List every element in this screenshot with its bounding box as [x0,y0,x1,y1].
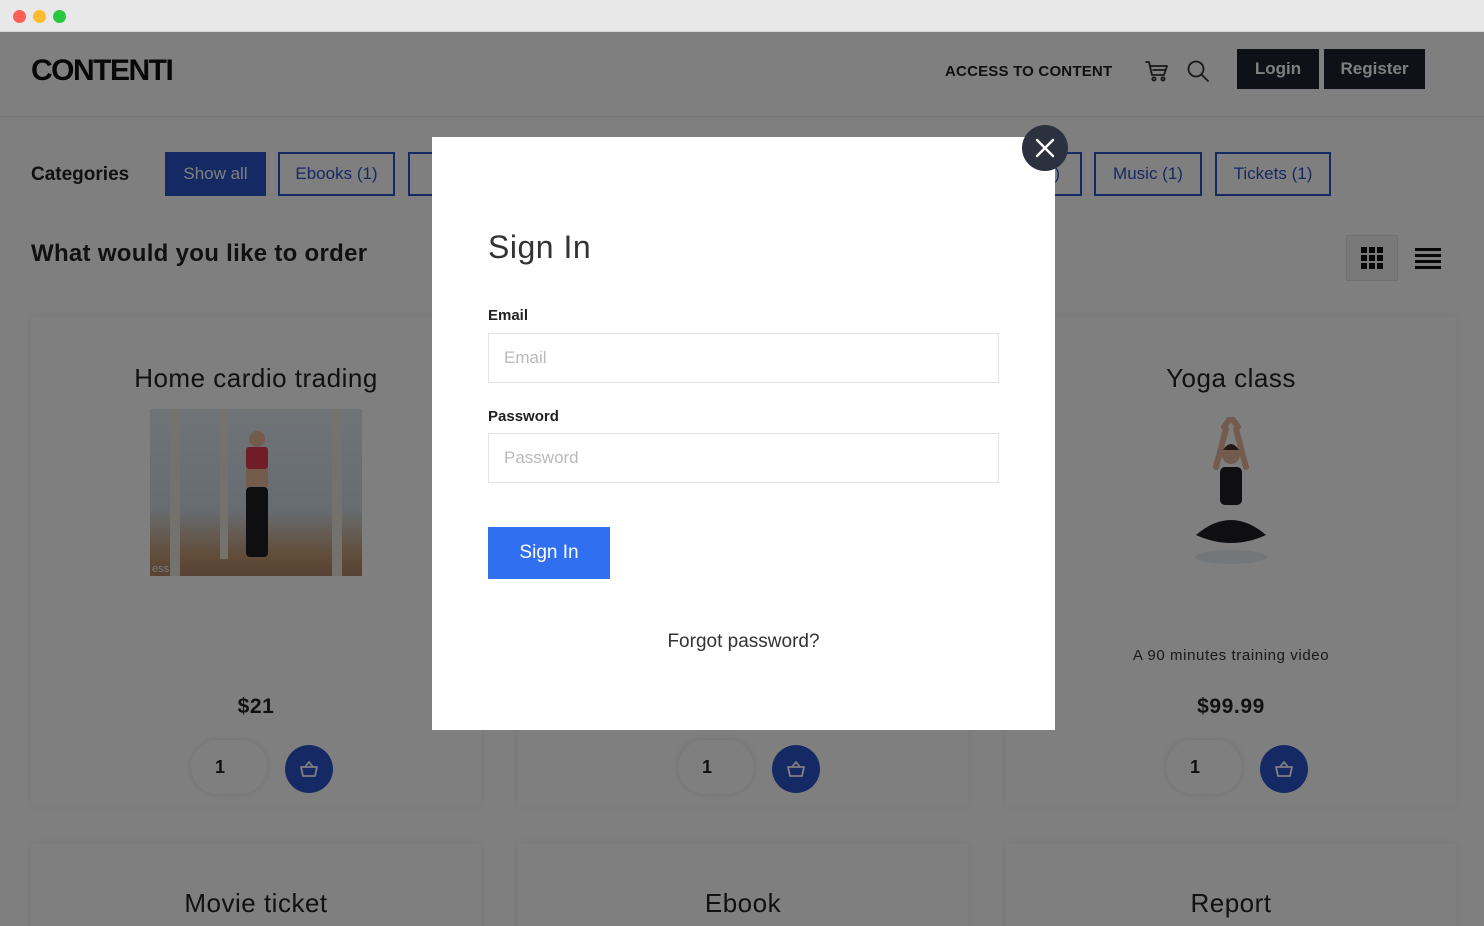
window-maximize-dot[interactable] [53,10,66,23]
forgot-password-link[interactable]: Forgot password? [432,631,1055,653]
window-close-dot[interactable] [13,10,26,23]
email-field[interactable] [488,333,999,383]
browser-titlebar [0,0,1484,32]
password-label: Password [488,408,559,425]
window-minimize-dot[interactable] [33,10,46,23]
close-icon[interactable] [1022,125,1068,171]
password-field[interactable] [488,433,999,483]
sign-in-modal: Sign In Email Password Sign In Forgot pa… [432,137,1055,730]
modal-title: Sign In [488,229,592,265]
email-label: Email [488,307,529,324]
sign-in-button[interactable]: Sign In [488,527,610,579]
